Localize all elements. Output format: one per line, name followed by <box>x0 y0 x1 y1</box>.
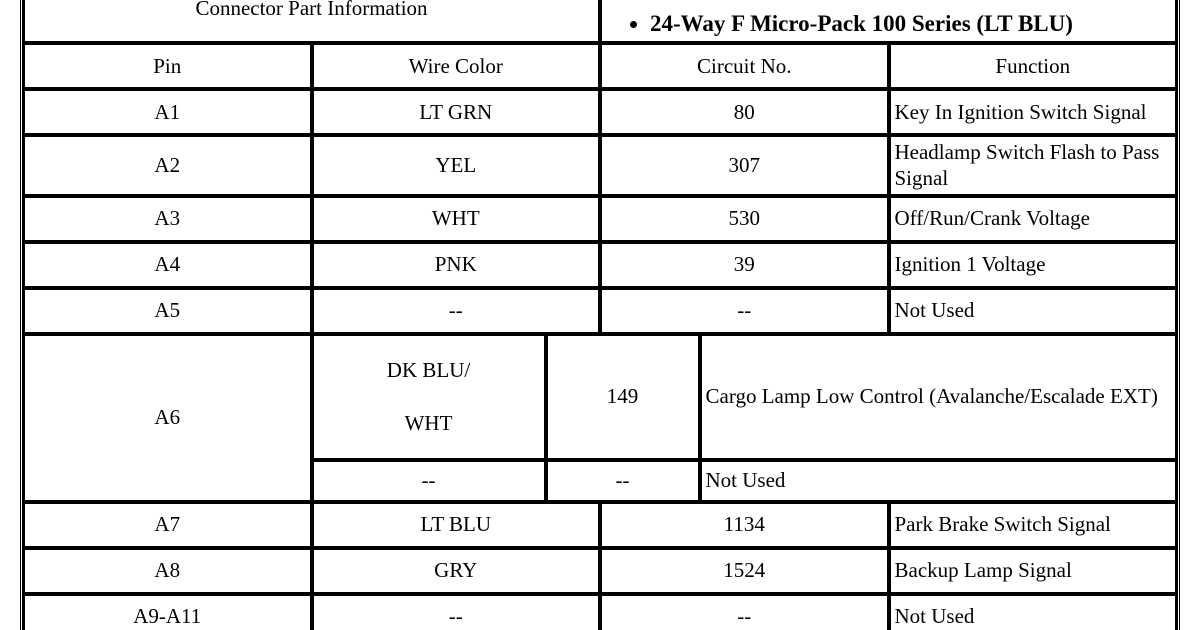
cell-circuit: 307 <box>600 135 889 196</box>
cell-wire-color: YEL <box>311 135 600 196</box>
cell-wire-color-line1: DK BLU/ <box>386 358 471 383</box>
cell-wire-color: PNK <box>311 241 600 288</box>
cell-pin: A6 <box>23 333 312 502</box>
cell-function: Park Brake Switch Signal <box>888 501 1177 548</box>
cell-circuit: -- <box>545 459 700 502</box>
table-subrow: -- -- Not Used <box>311 459 1177 502</box>
column-header-pin: Pin <box>23 43 312 90</box>
cell-wire-color: GRY <box>311 547 600 594</box>
split-subtable: DK BLU/ WHT 149 Cargo Lamp Low Control (… <box>311 333 1177 502</box>
cell-circuit: -- <box>600 593 889 630</box>
cell-pin: A9-A11 <box>23 593 312 630</box>
page-root: Connector Part Information OEM: 15306119… <box>0 0 1200 630</box>
table-row: A1 LT GRN 80 Key In Ignition Switch Sign… <box>23 89 1177 136</box>
connector-part-information-title: Connector Part Information <box>23 0 600 44</box>
cell-pin: A5 <box>23 287 312 334</box>
cell-pin: A2 <box>23 135 312 196</box>
cell-pin: A1 <box>23 89 312 136</box>
cell-circuit: 1134 <box>600 501 889 548</box>
cell-wire-color: DK BLU/ WHT <box>311 333 546 460</box>
cell-pin: A3 <box>23 195 312 242</box>
cell-function: Key In Ignition Switch Signal <box>888 89 1177 136</box>
cell-function: Off/Run/Crank Voltage <box>888 195 1177 242</box>
cell-function: Not Used <box>699 459 1177 502</box>
connector-part-list-cell: OEM: 15306119 24-Way F Micro-Pack 100 Se… <box>600 0 1177 44</box>
table-row: A9-A11 -- -- Not Used <box>23 593 1177 630</box>
cell-pin: A8 <box>23 547 312 594</box>
table-header-band: Connector Part Information OEM: 15306119… <box>23 0 1177 44</box>
connector-table-wrapper: Connector Part Information OEM: 15306119… <box>20 0 1180 630</box>
column-header-row: Pin Wire Color Circuit No. Function <box>23 43 1177 90</box>
table-subrow: DK BLU/ WHT 149 Cargo Lamp Low Control (… <box>311 333 1177 460</box>
cell-circuit: 80 <box>600 89 889 136</box>
part-list-item-connector: 24-Way F Micro-Pack 100 Series (LT BLU) <box>650 8 1171 39</box>
cell-function: Headlamp Switch Flash to Pass Signal <box>888 135 1177 196</box>
table-row: A5 -- -- Not Used <box>23 287 1177 334</box>
table-row: A2 YEL 307 Headlamp Switch Flash to Pass… <box>23 135 1177 196</box>
cell-circuit: -- <box>600 287 889 334</box>
table-row-split: A6 DK BLU/ WHT 149 Cargo Lamp Low Contro… <box>23 333 1177 502</box>
cell-circuit: 1524 <box>600 547 889 594</box>
cell-wire-color-line2: WHT <box>404 410 453 435</box>
column-header-wire-color: Wire Color <box>311 43 600 90</box>
column-header-function: Function <box>888 43 1177 90</box>
cell-circuit: 530 <box>600 195 889 242</box>
connector-part-list: OEM: 15306119 24-Way F Micro-Pack 100 Se… <box>606 0 1171 39</box>
cell-wire-color: WHT <box>311 195 600 242</box>
cell-wire-color: LT BLU <box>311 501 600 548</box>
cell-function: Cargo Lamp Low Control (Avalanche/Escala… <box>699 333 1177 460</box>
cell-wire-color: -- <box>311 593 600 630</box>
table-row: A8 GRY 1524 Backup Lamp Signal <box>23 547 1177 594</box>
cell-wire-color: -- <box>311 459 546 502</box>
cell-pin: A4 <box>23 241 312 288</box>
cell-wire-color: LT GRN <box>311 89 600 136</box>
part-list-item-oem: OEM: 15306119 <box>650 0 1171 8</box>
table-row: A7 LT BLU 1134 Park Brake Switch Signal <box>23 501 1177 548</box>
cell-function: Ignition 1 Voltage <box>888 241 1177 288</box>
column-header-circuit-no: Circuit No. <box>600 43 889 90</box>
cell-circuit: 39 <box>600 241 889 288</box>
cell-function: Not Used <box>888 287 1177 334</box>
cell-wire-color: -- <box>311 287 600 334</box>
table-row: A4 PNK 39 Ignition 1 Voltage <box>23 241 1177 288</box>
cell-function: Not Used <box>888 593 1177 630</box>
table-row: A3 WHT 530 Off/Run/Crank Voltage <box>23 195 1177 242</box>
cell-pin: A7 <box>23 501 312 548</box>
cell-function: Backup Lamp Signal <box>888 547 1177 594</box>
cell-circuit: 149 <box>545 333 700 460</box>
connector-part-information-table: Connector Part Information OEM: 15306119… <box>20 0 1180 630</box>
